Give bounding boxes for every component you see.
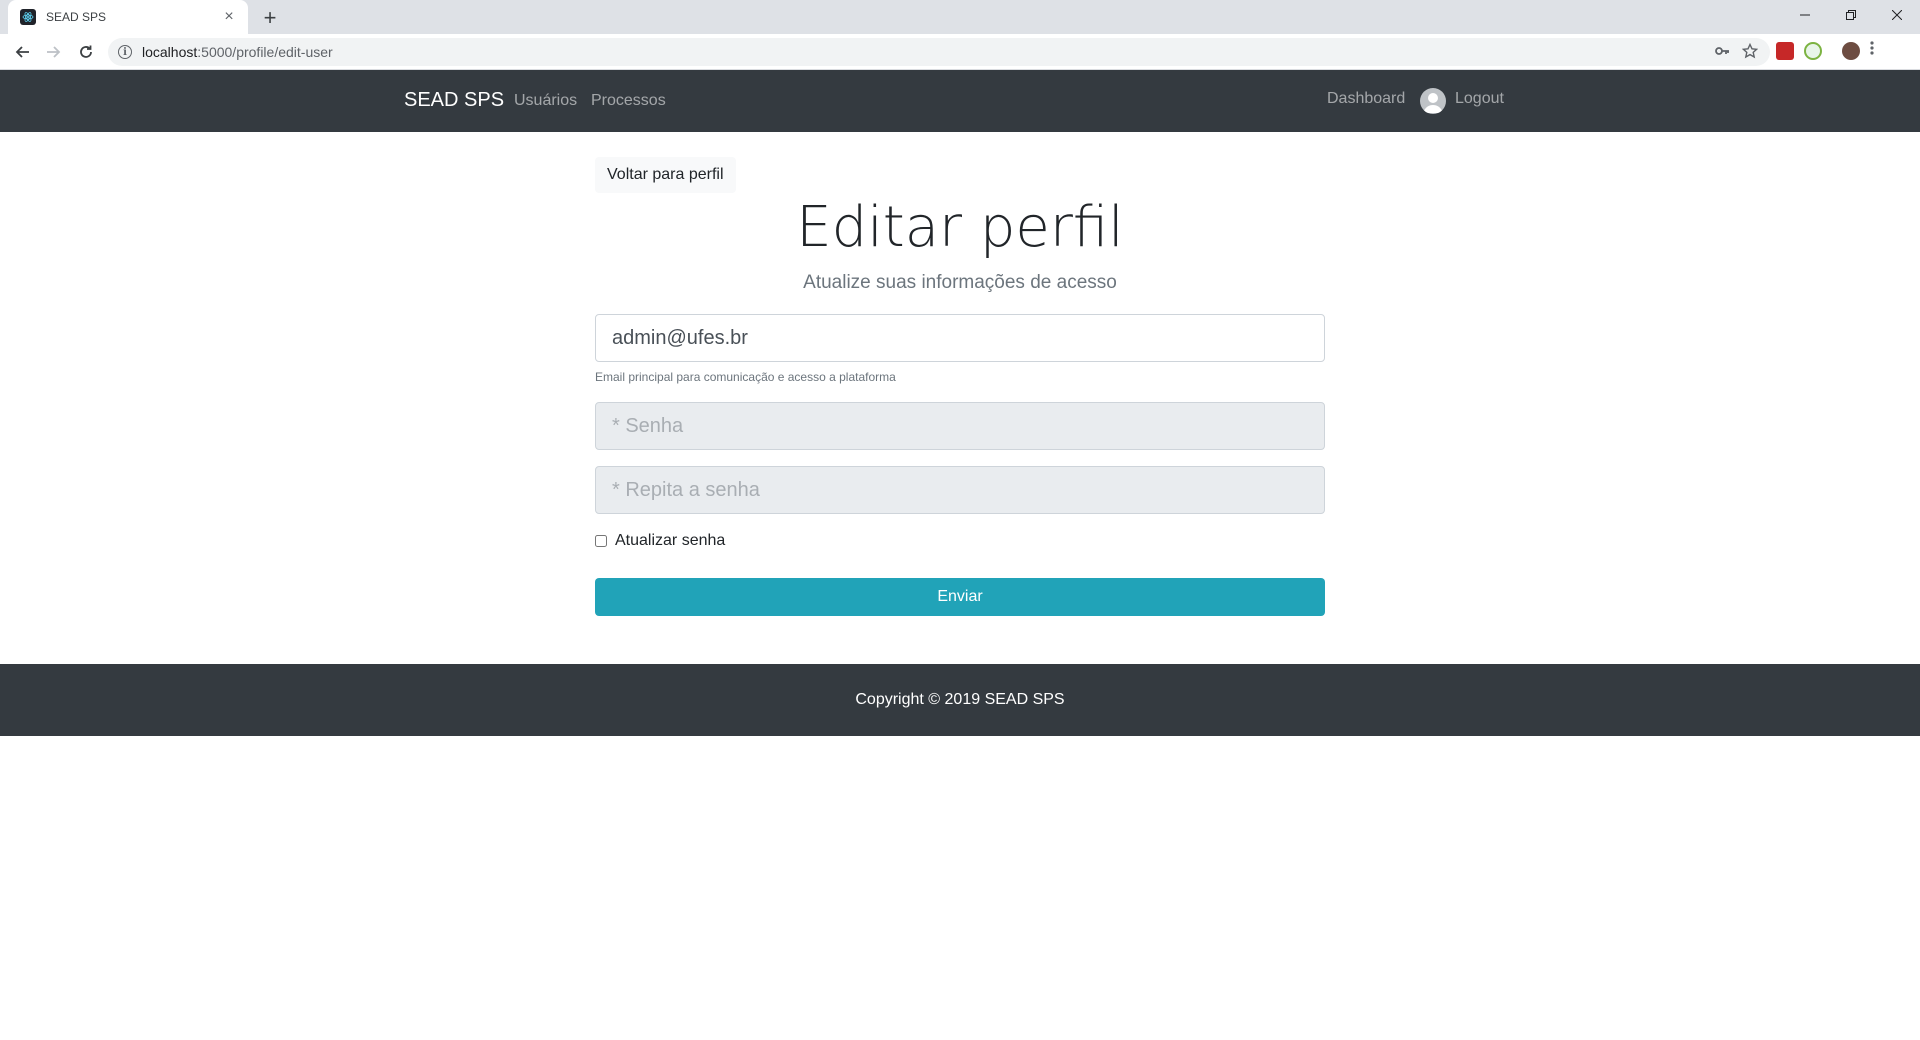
email-help-text: Email principal para comunicação e acess…	[595, 370, 896, 384]
forward-arrow-icon[interactable]	[42, 40, 66, 64]
profile-avatar-icon[interactable]	[1842, 41, 1860, 60]
back-to-profile-button[interactable]: Voltar para perfil	[595, 157, 736, 193]
close-window-icon[interactable]	[1874, 0, 1920, 30]
window-controls	[1782, 0, 1920, 30]
extensions-area	[1776, 40, 1874, 61]
url-host: localhost	[142, 44, 198, 60]
minimize-icon[interactable]	[1782, 0, 1828, 30]
update-password-checkbox-row[interactable]: Atualizar senha	[595, 532, 725, 550]
navbar-brand[interactable]: SEAD SPS	[404, 89, 504, 112]
browser-tab[interactable]: SEAD SPS ×	[8, 0, 248, 34]
nav-link-dashboard[interactable]: Dashboard	[1327, 90, 1405, 108]
page-title: Editar perfil	[796, 195, 1124, 260]
new-tab-button[interactable]: +	[256, 4, 284, 32]
site-footer: Copyright © 2019 SEAD SPS	[0, 664, 1920, 736]
email-field[interactable]	[595, 314, 1325, 362]
key-icon[interactable]	[1714, 43, 1730, 64]
back-arrow-icon[interactable]	[10, 40, 34, 64]
restore-icon[interactable]	[1828, 0, 1874, 30]
url-text: localhost:5000/profile/edit-user	[142, 44, 333, 60]
site-info-icon[interactable]: i	[118, 45, 132, 59]
update-password-checkbox[interactable]	[595, 535, 607, 547]
footer-copyright: Copyright © 2019 SEAD SPS	[855, 691, 1065, 708]
address-bar[interactable]: i localhost:5000/profile/edit-user	[108, 38, 1770, 66]
site-navbar: SEAD SPS Usuários Processos Dashboard Lo…	[0, 70, 1920, 132]
nav-link-usuarios[interactable]: Usuários	[514, 92, 577, 110]
browser-menu-icon[interactable]	[1870, 40, 1874, 61]
page-subtitle: Atualize suas informações de acesso	[803, 272, 1117, 293]
nav-link-processos[interactable]: Processos	[591, 92, 666, 110]
password-field[interactable]	[595, 402, 1325, 450]
main-content: Voltar para perfil Editar perfil Atualiz…	[0, 132, 1920, 664]
react-favicon-icon	[20, 9, 36, 25]
url-path: :5000/profile/edit-user	[197, 44, 333, 60]
nav-link-logout[interactable]: Logout	[1455, 90, 1504, 108]
omnibox-actions	[1714, 42, 1759, 64]
reload-icon[interactable]	[74, 40, 98, 64]
submit-button[interactable]: Enviar	[595, 578, 1325, 616]
browser-toolbar: i localhost:5000/profile/edit-user	[0, 34, 1920, 70]
update-password-label: Atualizar senha	[615, 532, 726, 549]
extension-icon[interactable]	[1804, 41, 1822, 60]
tab-close-icon[interactable]: ×	[220, 8, 238, 26]
browser-tabstrip: SEAD SPS × +	[0, 0, 1920, 34]
tab-title: SEAD SPS	[46, 10, 107, 24]
extension-icon[interactable]	[1776, 41, 1794, 60]
repeat-password-field[interactable]	[595, 466, 1325, 514]
bookmark-star-icon[interactable]	[1741, 42, 1759, 64]
user-avatar-icon[interactable]	[1420, 88, 1446, 114]
